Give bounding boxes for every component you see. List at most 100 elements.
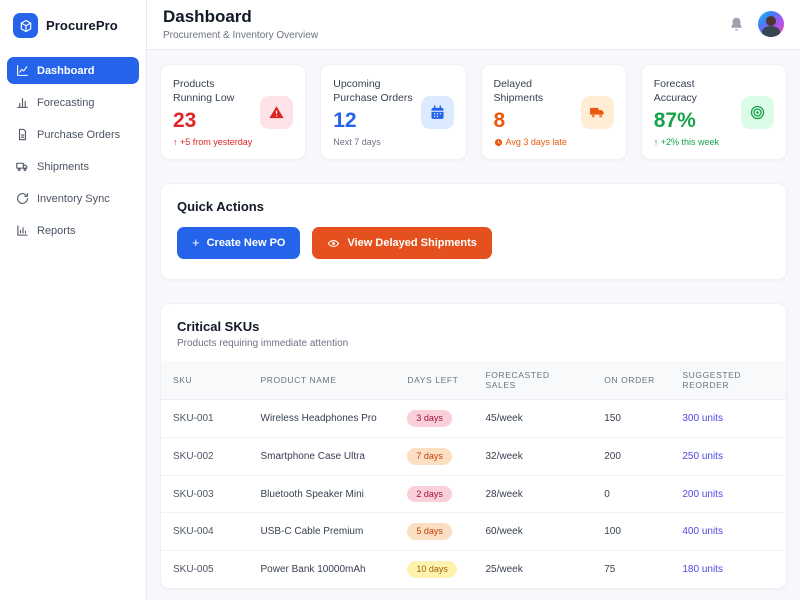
table-header-row: SKU PRODUCT NAME DAYS LEFT FORECASTED SA… — [161, 361, 786, 400]
critical-skus-header: Critical SKUs Products requiring immedia… — [161, 304, 786, 361]
truck-icon — [16, 160, 29, 173]
cell-sku: SKU-003 — [161, 474, 249, 513]
stat-card-body: Products Running Low 23 ↑ +5 from yester… — [173, 77, 254, 147]
sidebar-item-shipments[interactable]: Shipments — [7, 153, 139, 180]
critical-skus-subtitle: Products requiring immediate attention — [177, 338, 349, 350]
button-label: Create New PO — [206, 236, 286, 249]
sidebar: ProcurePro Dashboard Forecasting Purchas… — [0, 0, 147, 600]
sidebar-nav: Dashboard Forecasting Purchase Orders Sh… — [0, 53, 146, 248]
table-row: SKU-005 Power Bank 10000mAh 10 days 25/w… — [161, 550, 786, 589]
stat-card-delayed-shipments: Delayed Shipments 8 Avg 3 days late — [480, 64, 627, 161]
avatar[interactable] — [758, 11, 784, 37]
stat-card-trend: Avg 3 days late — [494, 137, 575, 147]
eye-icon — [327, 237, 340, 250]
sidebar-item-inventory-sync[interactable]: Inventory Sync — [7, 185, 139, 212]
cell-sku: SKU-005 — [161, 550, 249, 589]
suggested-reorder-link[interactable]: 200 units — [670, 474, 786, 513]
suggested-reorder-link[interactable]: 250 units — [670, 436, 786, 476]
sidebar-item-label: Inventory Sync — [37, 192, 110, 205]
cell-product-name: Smartphone Case Ultra — [248, 436, 396, 476]
stat-card-value: 87% — [653, 109, 696, 133]
cell-on-order: 75 — [592, 550, 671, 589]
stat-cards: Products Running Low 23 ↑ +5 from yester… — [160, 64, 787, 161]
sidebar-item-label: Forecasting — [37, 96, 95, 109]
cell-on-order: 200 — [592, 436, 671, 476]
app-name: ProcurePro — [46, 18, 118, 33]
cell-product-name: Wireless Headphones Pro — [248, 399, 396, 438]
cell-forecasted-sales: 45/week — [473, 399, 593, 438]
column-header-forecasted-sales: FORECASTED SALES — [473, 361, 593, 400]
header-actions — [728, 11, 784, 37]
cell-on-order: 100 — [592, 512, 671, 551]
critical-skus-title: Critical SKUs — [177, 319, 260, 335]
stat-card-upcoming-purchase-orders: Upcoming Purchase Orders 12 Next 7 days — [320, 64, 467, 161]
stat-card-body: Delayed Shipments 8 Avg 3 days late — [494, 77, 575, 147]
stat-card-value: 12 — [333, 109, 357, 133]
cell-on-order: 150 — [592, 399, 671, 438]
cell-days-left: 7 days — [395, 436, 474, 476]
suggested-reorder-link[interactable]: 400 units — [670, 512, 786, 551]
table-row: SKU-001 Wireless Headphones Pro 3 days 4… — [161, 399, 786, 438]
column-header-product-name: PRODUCT NAME — [248, 361, 396, 400]
cell-forecasted-sales: 25/week — [473, 550, 593, 589]
cell-days-left: 10 days — [395, 550, 474, 589]
stat-card-body: Forecast Accuracy 87% ↑ +2% this week — [654, 77, 735, 147]
cell-product-name: USB-C Cable Premium — [248, 512, 396, 551]
bar-chart-icon — [16, 96, 29, 109]
stat-card-label: Upcoming Purchase Orders — [333, 78, 413, 105]
target-icon — [741, 95, 774, 129]
plus-icon: + — [192, 235, 200, 251]
calendar-icon — [420, 95, 454, 129]
page-title: Dashboard — [163, 7, 252, 26]
cell-days-left: 2 days — [395, 474, 474, 513]
sidebar-item-label: Shipments — [37, 160, 89, 173]
days-left-badge: 7 days — [407, 447, 452, 465]
days-left-badge: 3 days — [407, 410, 452, 427]
cell-on-order: 0 — [592, 474, 671, 513]
sidebar-item-dashboard[interactable]: Dashboard — [7, 57, 139, 84]
stat-card-forecast-accuracy: Forecast Accuracy 87% ↑ +2% this week — [640, 64, 787, 161]
days-left-badge: 2 days — [407, 485, 452, 503]
create-new-po-button[interactable]: + Create New PO — [177, 227, 301, 260]
cell-days-left: 3 days — [395, 399, 474, 438]
button-label: View Delayed Shipments — [347, 236, 477, 249]
stat-card-value: 23 — [173, 109, 197, 133]
table-row: SKU-004 USB-C Cable Premium 5 days 60/we… — [161, 512, 786, 551]
view-delayed-shipments-button[interactable]: View Delayed Shipments — [312, 227, 492, 260]
header: Dashboard Procurement & Inventory Overvi… — [147, 0, 800, 50]
critical-skus-table: SKU PRODUCT NAME DAYS LEFT FORECASTED SA… — [161, 361, 786, 589]
sidebar-item-label: Reports — [37, 224, 76, 237]
clock-icon — [494, 138, 502, 146]
cell-days-left: 5 days — [395, 512, 474, 551]
sidebar-item-forecasting[interactable]: Forecasting — [7, 89, 139, 116]
sidebar-item-label: Purchase Orders — [37, 128, 121, 141]
suggested-reorder-link[interactable]: 180 units — [670, 550, 786, 589]
cell-sku: SKU-001 — [161, 399, 249, 438]
cell-product-name: Power Bank 10000mAh — [248, 550, 396, 589]
suggested-reorder-link[interactable]: 300 units — [670, 399, 786, 438]
page-subtitle: Procurement & Inventory Overview — [163, 30, 319, 41]
quick-actions-buttons: + Create New PO View Delayed Shipments — [177, 227, 770, 260]
table-row: SKU-002 Smartphone Case Ultra 7 days 32/… — [161, 436, 786, 476]
cell-forecasted-sales: 60/week — [473, 512, 593, 551]
sidebar-item-reports[interactable]: Reports — [7, 217, 139, 244]
package-icon — [13, 13, 38, 38]
cell-product-name: Bluetooth Speaker Mini — [248, 474, 396, 513]
main-area: Dashboard Procurement & Inventory Overvi… — [147, 0, 800, 600]
column-header-sku: SKU — [161, 361, 249, 400]
stat-card-products-running-low: Products Running Low 23 ↑ +5 from yester… — [160, 64, 307, 161]
stat-card-label: Delayed Shipments — [493, 78, 544, 105]
table-row: SKU-003 Bluetooth Speaker Mini 2 days 28… — [161, 474, 786, 513]
stat-card-trend-text: Avg 3 days late — [505, 137, 567, 148]
sidebar-item-purchase-orders[interactable]: Purchase Orders — [7, 121, 139, 148]
header-titles: Dashboard Procurement & Inventory Overvi… — [163, 7, 318, 41]
truck-icon — [580, 95, 614, 129]
sync-icon — [16, 192, 29, 205]
bell-icon[interactable] — [728, 16, 745, 33]
sidebar-item-label: Dashboard — [37, 64, 95, 77]
column-header-suggested-reorder: SUGGESTED REORDER — [670, 361, 786, 400]
cell-forecasted-sales: 28/week — [473, 474, 593, 513]
cell-sku: SKU-002 — [161, 436, 249, 476]
stat-card-trend: ↑ +5 from yesterday — [173, 137, 253, 148]
quick-actions-panel: Quick Actions + Create New PO View Delay… — [160, 183, 787, 281]
